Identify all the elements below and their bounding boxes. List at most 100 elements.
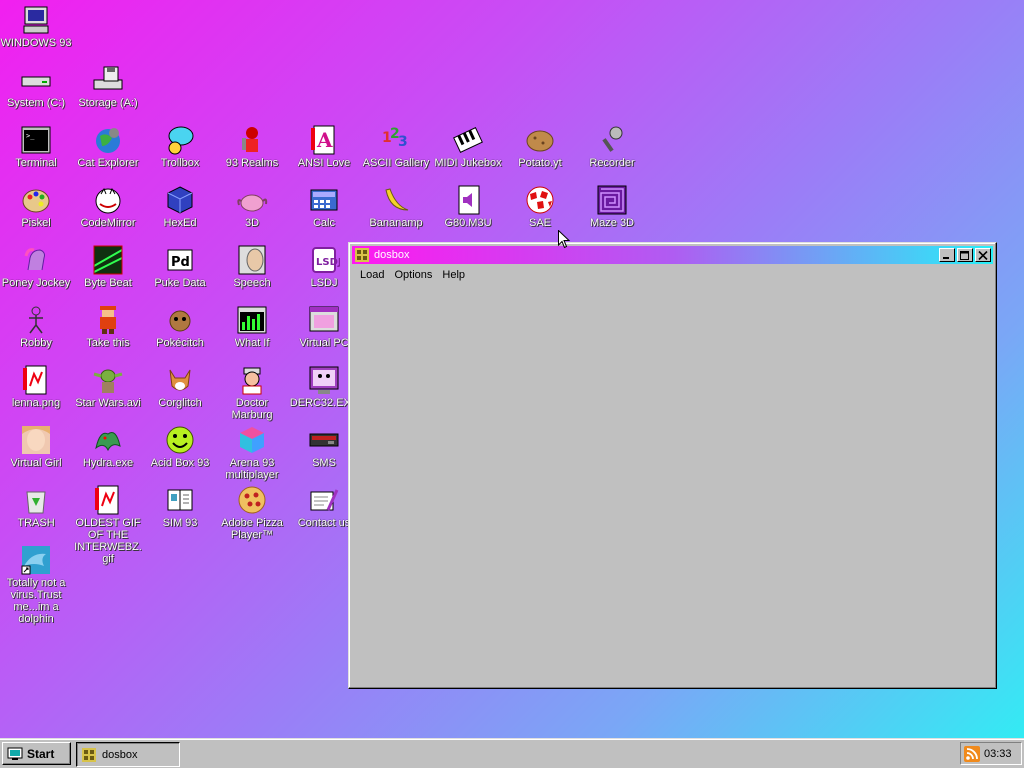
desktop-icon-label: Hydra.exe [82,457,134,469]
window-titlebar[interactable]: dosbox [352,246,993,264]
mouse-cursor-icon [558,230,570,249]
maximize-icon [960,250,969,260]
desktop-icon-label: G80.M3U [444,217,492,229]
desktop-icon-sae[interactable]: SAE [504,184,576,229]
desktop-icon-speech[interactable]: Speech [216,244,288,289]
microphone-icon [596,124,628,156]
minimize-button[interactable] [939,248,955,262]
desktop-icon-maze[interactable]: Maze 3D [576,184,648,229]
desktop-icon-win93[interactable]: WINDOWS 93 [0,4,72,49]
desktop-icon-hydra[interactable]: Hydra.exe [72,424,144,469]
desktop-icon-virtualgirl[interactable]: Virtual Girl [0,424,72,469]
computer-icon [20,4,52,36]
desktop-icon-label: Speech [233,277,271,289]
desktop-icon-ansi[interactable]: A ANSI Love [288,124,360,169]
svg-text:Pd: Pd [171,255,190,270]
menu-options[interactable]: Options [389,267,437,283]
desktop-icon-acidbox[interactable]: Acid Box 93 [144,424,216,469]
desktop-icon-recorder[interactable]: Recorder [576,124,648,169]
desktop-icon-label: Adobe Pizza Player™ [221,517,283,541]
minimize-icon [943,256,949,259]
desktop-icon-dolphin[interactable]: Totally not a virus.Trust me...im a dolp… [0,544,72,625]
desktop-icon-label: Trollbox [160,157,200,169]
globe-cat-icon [92,124,124,156]
desktop-icon-doctor[interactable]: Doctor Marburg [216,364,288,421]
desktop-icon-piskel[interactable]: Piskel [0,184,72,229]
desktop-icon-g80[interactable]: G80.M3U [432,184,504,229]
desktop-icon-whatif[interactable]: What If [216,304,288,349]
desktop-icon-realms[interactable]: 93 Realms [216,124,288,169]
knight-icon [236,124,268,156]
start-logo-icon [7,747,23,760]
desktop-icon-potato[interactable]: Potato.yt [504,124,576,169]
desktop-icon-ascii[interactable]: 1 2 3 ASCII Gallery [360,124,432,169]
recycle-bin-icon [20,484,52,516]
desktop-icon-codemirror[interactable]: CodeMirror [72,184,144,229]
menu-load[interactable]: Load [355,267,389,283]
desktop-icon-label: Bananamp [369,217,423,229]
desktop-icon-label: Piskel [21,217,51,229]
hard-drive-icon [20,64,52,96]
desktop-icon-label: SIM 93 [162,517,198,529]
desktop-icon-poney[interactable]: Poney Jockey [0,244,72,289]
desktop-icon-label: Virtual Girl [10,457,62,469]
desktop-icon-calc[interactable]: Calc [288,184,360,229]
desktop-icon-robby[interactable]: Robby [0,304,72,349]
color-cube-icon [236,424,268,456]
pizza-icon [236,484,268,516]
desktop-icon-label: Robby [20,337,52,349]
desktop-icon-bytebeat[interactable]: Byte Beat [72,244,144,289]
desktop-icon-label: Arena 93 multiplayer [225,457,279,481]
taskbar: Start dosbox 03:33 [0,738,1024,768]
desktop-icon-lenna[interactable]: lenna.png [0,364,72,409]
desktop-icon-arena[interactable]: Arena 93 multiplayer [216,424,288,481]
desktop-icon-label: Totally not a virus.Trust me...im a dolp… [6,577,66,625]
dosbox-window[interactable]: dosbox Load Options Help [348,242,997,689]
desktop-icon-starwars[interactable]: Star Wars.avi [72,364,144,409]
rss-icon[interactable] [964,745,980,762]
window-menubar: Load Options Help [355,267,470,283]
potato-icon [524,124,556,156]
floppy-drive-icon [92,64,124,96]
lsdj-icon: LSDJ [308,244,340,276]
desktop-icon-hexed[interactable]: HexEd [144,184,216,229]
maximize-button[interactable] [957,248,973,262]
teapot-icon [236,184,268,216]
desktop-icon-trollbox[interactable]: Trollbox [144,124,216,169]
desktop-icon-pokecitch[interactable]: Pokécitch [144,304,216,349]
terminal-icon: >_ [20,124,52,156]
menu-help[interactable]: Help [437,267,470,283]
desktop-icon-sysc[interactable]: System (C:) [0,64,72,109]
desktop-icon-corglitch[interactable]: Corglitch [144,364,216,409]
dosbox-content-area[interactable] [353,287,992,684]
speaker-file-icon [452,184,484,216]
desktop-icon-label: Byte Beat [84,277,132,289]
desktop-icon-puke[interactable]: Pd Puke Data [144,244,216,289]
desktop-icon-bananamp[interactable]: Bananamp [360,184,432,229]
desktop-icon-label: ANSI Love [297,157,351,169]
console-icon [308,424,340,456]
desktop-icon-sim93[interactable]: SIM 93 [144,484,216,529]
desktop-icon-stora[interactable]: Storage (A:) [72,64,144,109]
maze-icon [596,184,628,216]
desktop-icon-label: lenna.png [11,397,61,409]
desktop-icon-takethis[interactable]: Take this [72,304,144,349]
desktop-icon-midi[interactable]: MIDI Jukebox [432,124,504,169]
start-button[interactable]: Start [2,742,71,765]
close-button[interactable] [975,248,991,262]
desktop-icon-trash[interactable]: TRASH [0,484,72,529]
window-title: dosbox [374,249,410,261]
dosbox-icon [355,248,369,262]
pokemon-icon [164,304,196,336]
desktop-icon-oldestgif[interactable]: OLDEST GIF OF THE INTERWEBZ.gif [72,484,144,565]
desktop-icon-terminal[interactable]: >_ Terminal [0,124,72,169]
taskbar-item-dosbox[interactable]: dosbox [76,742,180,767]
desktop-icon-label: Calc [312,217,335,229]
desktop-icon-threed[interactable]: 3D [216,184,288,229]
desktop-icon-label: Doctor Marburg [231,397,273,421]
desktop-icon-pizza[interactable]: Adobe Pizza Player™ [216,484,288,541]
desktop-icon-catexp[interactable]: Cat Explorer [72,124,144,169]
numbers-icon: 123 [380,124,412,156]
image-file-icon [92,484,124,516]
svg-text:>_: >_ [26,132,35,140]
